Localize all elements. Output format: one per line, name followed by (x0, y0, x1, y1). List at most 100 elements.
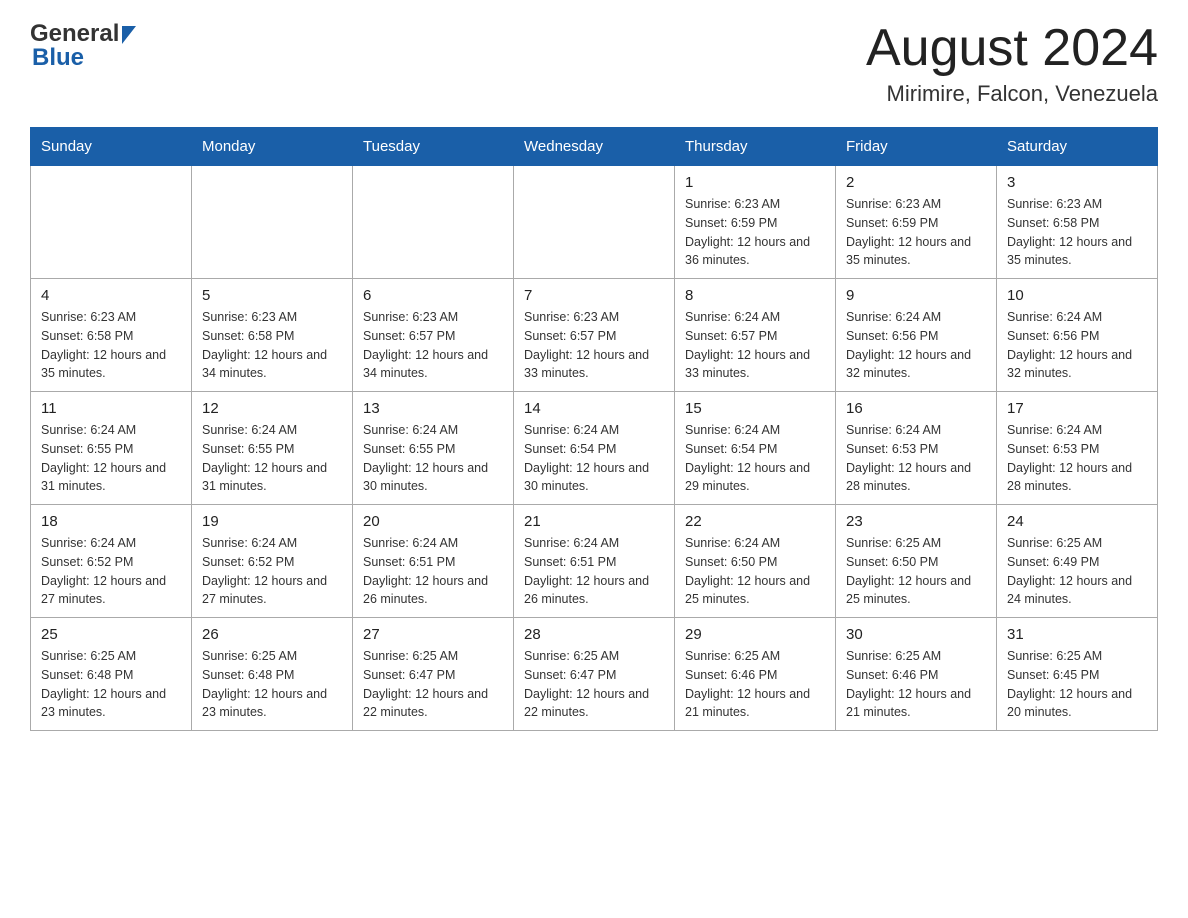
day-number: 21 (524, 513, 664, 530)
day-number: 8 (685, 287, 825, 304)
calendar-cell: 25Sunrise: 6:25 AM Sunset: 6:48 PM Dayli… (31, 618, 192, 731)
calendar-cell: 7Sunrise: 6:23 AM Sunset: 6:57 PM Daylig… (514, 279, 675, 392)
day-info: Sunrise: 6:24 AM Sunset: 6:50 PM Dayligh… (685, 534, 825, 609)
calendar-cell: 27 Sunrise: 6:25 AM Sunset: 6:47 PM Dayli… (353, 618, 514, 731)
day-of-week-header: Wednesday (514, 128, 675, 166)
calendar-cell (192, 166, 353, 279)
day-number: 22 (685, 513, 825, 530)
calendar-week-row: 25 Sunrise: 6:25 AM Sunset: 6:48 PM Dayli… (31, 618, 1158, 731)
calendar-title: August 2024 (866, 20, 1158, 77)
day-of-week-header: Monday (192, 128, 353, 166)
calendar-week-row: 11 Sunrise: 6:24 AM Sunset: 6:55 PM Dayli… (31, 392, 1158, 505)
calendar-cell: 31Sunrise: 6:25 AM Sunset: 6:45 PM Dayli… (997, 618, 1158, 731)
day-info: Sunrise: 6:23 AM Sunset: 6:58 PM Dayligh… (41, 308, 181, 383)
calendar-table: SundayMondayTuesdayWednesdayThursdayFrid… (30, 127, 1158, 731)
calendar-cell: 1Sunrise: 6:23 AM Sunset: 6:59 PM Daylig… (675, 166, 836, 279)
calendar-cell: 10 Sunrise: 6:24 AM Sunset: 6:56 PM Dayli… (997, 279, 1158, 392)
day-info: Sunrise: 6:25 AM Sunset: 6:47 PM Dayligh… (524, 647, 664, 722)
calendar-cell: 22 Sunrise: 6:24 AM Sunset: 6:50 PM Dayli… (675, 505, 836, 618)
day-of-week-header: Friday (836, 128, 997, 166)
calendar-cell: 9 Sunrise: 6:24 AM Sunset: 6:56 PM Daylig… (836, 279, 997, 392)
calendar-header: SundayMondayTuesdayWednesdayThursdayFrid… (31, 128, 1158, 166)
calendar-cell: 24Sunrise: 6:25 AM Sunset: 6:49 PM Dayli… (997, 505, 1158, 618)
day-number: 25 (41, 626, 181, 643)
calendar-cell: 28 Sunrise: 6:25 AM Sunset: 6:47 PM Dayli… (514, 618, 675, 731)
day-number: 15 (685, 400, 825, 417)
calendar-cell: 29 Sunrise: 6:25 AM Sunset: 6:46 PM Dayli… (675, 618, 836, 731)
calendar-body: 1Sunrise: 6:23 AM Sunset: 6:59 PM Daylig… (31, 166, 1158, 731)
day-info: Sunrise: 6:24 AM Sunset: 6:52 PM Dayligh… (202, 534, 342, 609)
day-info: Sunrise: 6:24 AM Sunset: 6:54 PM Dayligh… (524, 421, 664, 496)
day-info: Sunrise: 6:24 AM Sunset: 6:53 PM Dayligh… (1007, 421, 1147, 496)
calendar-cell: 14 Sunrise: 6:24 AM Sunset: 6:54 PM Dayli… (514, 392, 675, 505)
logo-triangle-icon (122, 26, 136, 44)
day-number: 10 (1007, 287, 1147, 304)
day-info: Sunrise: 6:24 AM Sunset: 6:53 PM Dayligh… (846, 421, 986, 496)
day-info: Sunrise: 6:24 AM Sunset: 6:55 PM Dayligh… (363, 421, 503, 496)
day-number: 5 (202, 287, 342, 304)
logo: General Blue (30, 20, 136, 72)
days-of-week-row: SundayMondayTuesdayWednesdayThursdayFrid… (31, 128, 1158, 166)
title-block: August 2024 Mirimire, Falcon, Venezuela (866, 20, 1158, 107)
day-info: Sunrise: 6:23 AM Sunset: 6:57 PM Dayligh… (363, 308, 503, 383)
calendar-cell: 26 Sunrise: 6:25 AM Sunset: 6:48 PM Dayli… (192, 618, 353, 731)
day-info: Sunrise: 6:23 AM Sunset: 6:58 PM Dayligh… (1007, 195, 1147, 270)
calendar-cell (514, 166, 675, 279)
day-number: 28 (524, 626, 664, 643)
day-info: Sunrise: 6:23 AM Sunset: 6:59 PM Dayligh… (846, 195, 986, 270)
day-info: Sunrise: 6:24 AM Sunset: 6:56 PM Dayligh… (1007, 308, 1147, 383)
day-number: 13 (363, 400, 503, 417)
calendar-week-row: 4 Sunrise: 6:23 AM Sunset: 6:58 PM Daylig… (31, 279, 1158, 392)
day-info: Sunrise: 6:24 AM Sunset: 6:54 PM Dayligh… (685, 421, 825, 496)
day-info: Sunrise: 6:25 AM Sunset: 6:46 PM Dayligh… (685, 647, 825, 722)
day-number: 23 (846, 513, 986, 530)
calendar-cell: 18Sunrise: 6:24 AM Sunset: 6:52 PM Dayli… (31, 505, 192, 618)
day-info: Sunrise: 6:25 AM Sunset: 6:48 PM Dayligh… (202, 647, 342, 722)
day-number: 3 (1007, 174, 1147, 191)
day-number: 20 (363, 513, 503, 530)
day-number: 19 (202, 513, 342, 530)
location-subtitle: Mirimire, Falcon, Venezuela (866, 81, 1158, 107)
day-number: 11 (41, 400, 181, 417)
day-info: Sunrise: 6:25 AM Sunset: 6:46 PM Dayligh… (846, 647, 986, 722)
day-info: Sunrise: 6:24 AM Sunset: 6:52 PM Dayligh… (41, 534, 181, 609)
day-number: 9 (846, 287, 986, 304)
day-info: Sunrise: 6:24 AM Sunset: 6:57 PM Dayligh… (685, 308, 825, 383)
calendar-cell: 2 Sunrise: 6:23 AM Sunset: 6:59 PM Daylig… (836, 166, 997, 279)
day-of-week-header: Thursday (675, 128, 836, 166)
day-info: Sunrise: 6:24 AM Sunset: 6:56 PM Dayligh… (846, 308, 986, 383)
day-info: Sunrise: 6:24 AM Sunset: 6:51 PM Dayligh… (524, 534, 664, 609)
calendar-cell (353, 166, 514, 279)
day-number: 4 (41, 287, 181, 304)
calendar-cell: 11Sunrise: 6:24 AM Sunset: 6:55 PM Dayli… (31, 392, 192, 505)
calendar-cell: 21 Sunrise: 6:24 AM Sunset: 6:51 PM Dayli… (514, 505, 675, 618)
calendar-cell: 8 Sunrise: 6:24 AM Sunset: 6:57 PM Daylig… (675, 279, 836, 392)
day-info: Sunrise: 6:24 AM Sunset: 6:55 PM Dayligh… (202, 421, 342, 496)
day-number: 27 (363, 626, 503, 643)
day-number: 26 (202, 626, 342, 643)
calendar-cell: 13 Sunrise: 6:24 AM Sunset: 6:55 PM Dayli… (353, 392, 514, 505)
calendar-cell: 15 Sunrise: 6:24 AM Sunset: 6:54 PM Dayli… (675, 392, 836, 505)
calendar-cell: 23 Sunrise: 6:25 AM Sunset: 6:50 PM Dayli… (836, 505, 997, 618)
calendar-cell: 5Sunrise: 6:23 AM Sunset: 6:58 PM Daylig… (192, 279, 353, 392)
calendar-cell: 30Sunrise: 6:25 AM Sunset: 6:46 PM Dayli… (836, 618, 997, 731)
calendar-cell: 4 Sunrise: 6:23 AM Sunset: 6:58 PM Daylig… (31, 279, 192, 392)
day-info: Sunrise: 6:24 AM Sunset: 6:51 PM Dayligh… (363, 534, 503, 609)
day-number: 2 (846, 174, 986, 191)
calendar-week-row: 18Sunrise: 6:24 AM Sunset: 6:52 PM Dayli… (31, 505, 1158, 618)
calendar-cell: 17 Sunrise: 6:24 AM Sunset: 6:53 PM Dayli… (997, 392, 1158, 505)
day-info: Sunrise: 6:25 AM Sunset: 6:50 PM Dayligh… (846, 534, 986, 609)
day-number: 14 (524, 400, 664, 417)
day-info: Sunrise: 6:23 AM Sunset: 6:59 PM Dayligh… (685, 195, 825, 270)
day-number: 7 (524, 287, 664, 304)
page-header: General Blue August 2024 Mirimire, Falco… (30, 20, 1158, 107)
day-number: 16 (846, 400, 986, 417)
day-number: 29 (685, 626, 825, 643)
day-of-week-header: Tuesday (353, 128, 514, 166)
calendar-cell: 19 Sunrise: 6:24 AM Sunset: 6:52 PM Dayli… (192, 505, 353, 618)
calendar-cell: 6Sunrise: 6:23 AM Sunset: 6:57 PM Daylig… (353, 279, 514, 392)
day-number: 24 (1007, 513, 1147, 530)
day-info: Sunrise: 6:25 AM Sunset: 6:47 PM Dayligh… (363, 647, 503, 722)
day-number: 17 (1007, 400, 1147, 417)
day-info: Sunrise: 6:25 AM Sunset: 6:45 PM Dayligh… (1007, 647, 1147, 722)
